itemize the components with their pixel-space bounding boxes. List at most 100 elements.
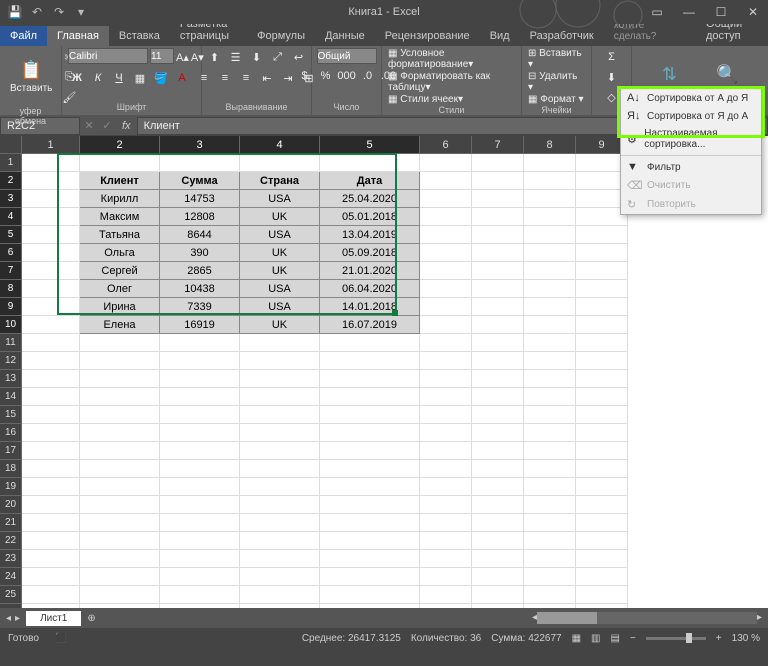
cell[interactable]: Дата: [320, 172, 420, 190]
paste-button[interactable]: 📋 Вставить: [6, 58, 56, 96]
cell[interactable]: [576, 262, 628, 280]
row-header[interactable]: 11: [0, 334, 22, 352]
cell[interactable]: [420, 388, 472, 406]
cell[interactable]: [160, 496, 240, 514]
close-icon[interactable]: ✕: [738, 0, 768, 24]
tab-insert[interactable]: Вставка: [109, 26, 170, 46]
border-icon[interactable]: ▦: [131, 69, 149, 87]
cell[interactable]: Страна: [240, 172, 320, 190]
row-header[interactable]: 18: [0, 460, 22, 478]
italic-icon[interactable]: К: [89, 69, 107, 87]
custom-sort-item[interactable]: ⚙Настраиваемая сортировка...: [621, 125, 761, 153]
cell[interactable]: [524, 208, 576, 226]
cell[interactable]: [472, 442, 524, 460]
row-header[interactable]: 8: [0, 280, 22, 298]
cell[interactable]: [576, 568, 628, 586]
cell[interactable]: [472, 334, 524, 352]
cell[interactable]: USA: [240, 226, 320, 244]
cell[interactable]: [524, 352, 576, 370]
cell[interactable]: [420, 370, 472, 388]
column-header[interactable]: 4: [240, 136, 320, 154]
cell[interactable]: [420, 586, 472, 604]
cell[interactable]: [472, 424, 524, 442]
sheet-nav-prev-icon[interactable]: ◂: [6, 613, 11, 624]
align-top-icon[interactable]: ⬆: [206, 48, 224, 66]
cell[interactable]: [420, 478, 472, 496]
cell[interactable]: [524, 172, 576, 190]
cell[interactable]: [576, 316, 628, 334]
cell[interactable]: UK: [240, 316, 320, 334]
cell[interactable]: [420, 406, 472, 424]
cell[interactable]: [160, 370, 240, 388]
ribbon-options-icon[interactable]: ▭: [642, 0, 672, 24]
row-header[interactable]: 9: [0, 298, 22, 316]
cell[interactable]: [524, 388, 576, 406]
cell[interactable]: [420, 244, 472, 262]
zoom-slider[interactable]: [646, 637, 706, 640]
autosum-icon[interactable]: Σ: [603, 48, 621, 66]
cell[interactable]: [524, 496, 576, 514]
orientation-icon[interactable]: ⤢: [269, 48, 287, 66]
cell[interactable]: [472, 226, 524, 244]
cell[interactable]: [240, 154, 320, 172]
cell[interactable]: [576, 280, 628, 298]
filter-item[interactable]: ▼Фильтр: [621, 158, 761, 176]
cell[interactable]: [472, 298, 524, 316]
cell[interactable]: [524, 370, 576, 388]
hscroll-thumb[interactable]: [537, 612, 597, 624]
row-header[interactable]: 4: [0, 208, 22, 226]
cell[interactable]: [22, 226, 80, 244]
cell[interactable]: [524, 442, 576, 460]
cell[interactable]: [524, 604, 576, 608]
font-name-select[interactable]: [68, 48, 148, 64]
cell[interactable]: [80, 388, 160, 406]
cell[interactable]: [240, 424, 320, 442]
cell-styles-button[interactable]: ▦ Стили ячеек▾: [388, 94, 463, 105]
cell[interactable]: [160, 334, 240, 352]
tab-file[interactable]: Файл: [0, 26, 47, 46]
wrap-text-icon[interactable]: ↩: [290, 48, 308, 66]
cell[interactable]: [160, 154, 240, 172]
sheet-nav-next-icon[interactable]: ▸: [15, 613, 20, 624]
cell[interactable]: Елена: [80, 316, 160, 334]
percent-icon[interactable]: %: [317, 67, 335, 85]
sort-za-item[interactable]: Я↓Сортировка от Я до А: [621, 107, 761, 125]
increase-decimal-icon[interactable]: .0: [359, 67, 377, 85]
cell[interactable]: [576, 460, 628, 478]
cell[interactable]: [472, 208, 524, 226]
tab-formulas[interactable]: Формулы: [247, 26, 315, 46]
cell[interactable]: [472, 244, 524, 262]
cell[interactable]: [240, 550, 320, 568]
conditional-format-button[interactable]: ▦ Условное форматирование▾: [388, 48, 515, 70]
row-header[interactable]: 19: [0, 478, 22, 496]
cell[interactable]: [472, 460, 524, 478]
cell[interactable]: [576, 442, 628, 460]
cell[interactable]: [420, 262, 472, 280]
fx-icon[interactable]: fx: [116, 120, 137, 132]
cell[interactable]: [472, 514, 524, 532]
cell[interactable]: UK: [240, 262, 320, 280]
cell[interactable]: [472, 586, 524, 604]
cell[interactable]: [524, 532, 576, 550]
row-header[interactable]: 16: [0, 424, 22, 442]
cell[interactable]: 06.04.2020: [320, 280, 420, 298]
select-all-corner[interactable]: [0, 136, 22, 154]
row-header[interactable]: 7: [0, 262, 22, 280]
view-pagebreak-icon[interactable]: ▤: [611, 633, 620, 644]
cell[interactable]: [576, 532, 628, 550]
cell[interactable]: [524, 550, 576, 568]
format-as-table-button[interactable]: ▦ Форматировать как таблицу▾: [388, 71, 515, 93]
row-header[interactable]: 22: [0, 532, 22, 550]
cell[interactable]: [524, 226, 576, 244]
cell[interactable]: [524, 154, 576, 172]
cell[interactable]: 2865: [160, 262, 240, 280]
tab-developer[interactable]: Разработчик: [520, 26, 604, 46]
cell[interactable]: Клиент: [80, 172, 160, 190]
fill-color-icon[interactable]: 🪣: [152, 69, 170, 87]
cell[interactable]: [320, 604, 420, 608]
cell[interactable]: USA: [240, 280, 320, 298]
cell[interactable]: [80, 424, 160, 442]
cell[interactable]: [320, 424, 420, 442]
cell[interactable]: [80, 586, 160, 604]
cell[interactable]: [160, 442, 240, 460]
